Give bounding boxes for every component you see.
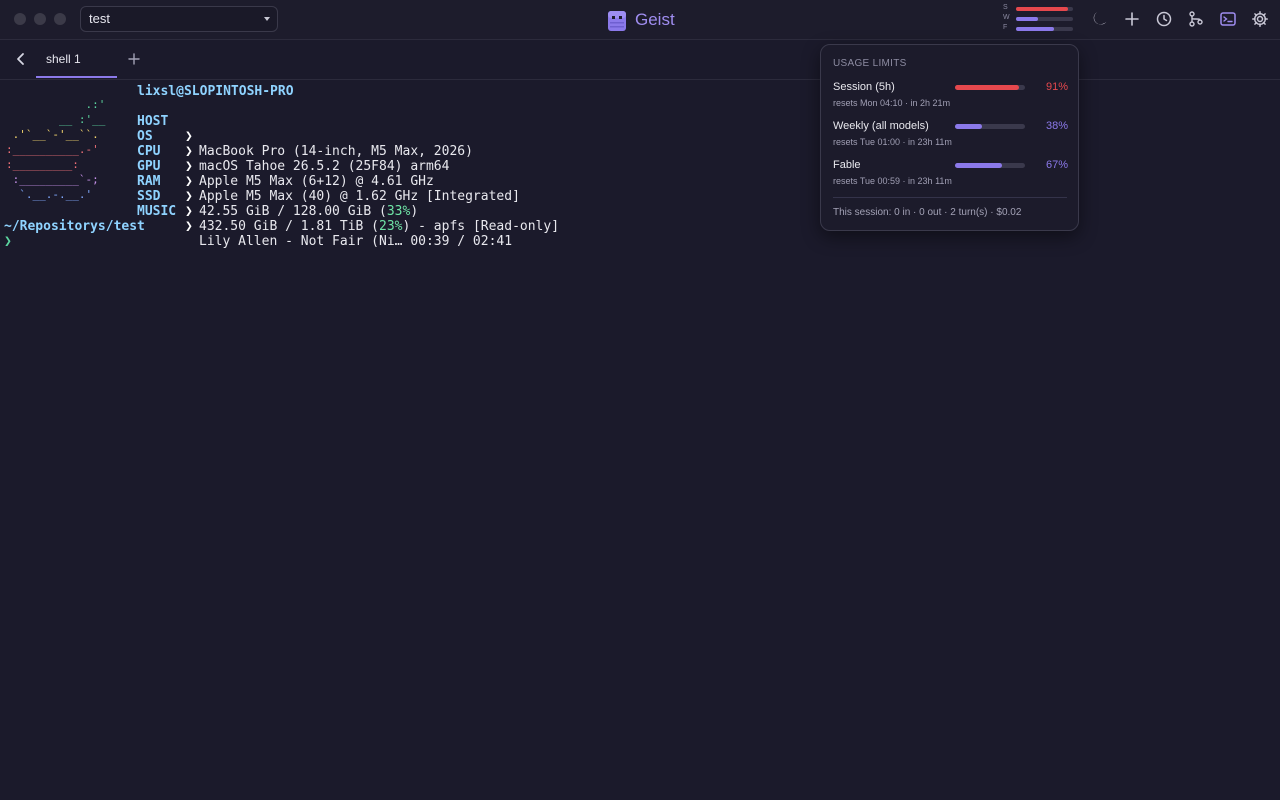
mini-meter-track [1016, 17, 1073, 21]
info-row-gpu: GPU ❯ Apple M5 Max (40) @ 1.62 GHz [Inte… [137, 159, 520, 204]
limit-weekly: Weekly (all models) 38% resets Tue 01:00… [833, 120, 1068, 154]
window-close-button[interactable] [14, 13, 26, 25]
tab-label: shell 1 [46, 52, 81, 66]
info-row-os: OS ❯ macOS Tahoe 26.5.2 (25F84) arm64 [137, 129, 450, 174]
mini-meter-label: F [1003, 24, 1008, 31]
clock-icon[interactable] [1155, 10, 1173, 28]
mini-meter-f: F [1003, 24, 1075, 33]
title-bar: test Geist SWF [0, 0, 1280, 40]
mini-meter-fill [1016, 27, 1055, 31]
git-branch-icon[interactable] [1187, 10, 1205, 28]
mini-meter-s: S [1003, 4, 1075, 13]
terminal-icon[interactable] [1219, 10, 1237, 28]
info-row-host: HOST ❯ MacBook Pro (14-inch, M5 Max, 202… [137, 114, 473, 159]
gear-icon[interactable] [1251, 10, 1269, 28]
limit-name: Session (5h) [833, 81, 895, 93]
apple-ascii-logo: .:' __ :'__ .'`__`-'__``.:__________.-':… [6, 98, 106, 201]
limit-reset-time: resets Mon 04:10 · in 2h 21m [833, 98, 951, 108]
limit-progress-fill [955, 85, 1019, 90]
limit-progress-fill [955, 163, 1002, 168]
caret-down-icon [264, 17, 270, 21]
mini-meter-fill [1016, 17, 1038, 21]
info-row-ssd: SSD ❯ 432.50 GiB / 1.81 TiB (23%) - apfs… [137, 189, 560, 234]
info-row-cpu: CPU ❯ Apple M5 Max (6+12) @ 4.61 GHz [137, 144, 434, 189]
workspace-select-value: test [89, 11, 110, 26]
mini-meter-track [1016, 7, 1073, 11]
new-tab-plus-icon[interactable] [127, 52, 141, 66]
limit-session: Session (5h) 91% resets Mon 04:10 · in 2… [833, 81, 1068, 115]
terminal-pane[interactable]: .:' __ :'__ .'`__`-'__``.:__________.-':… [4, 81, 1276, 796]
geist-ghost-icon [607, 8, 627, 37]
workspace-select[interactable]: test [80, 6, 278, 32]
window-minimize-button[interactable] [34, 13, 46, 25]
limit-percent: 67% [1045, 159, 1068, 171]
mini-meter-track [1016, 27, 1073, 31]
usage-mini-meter[interactable]: SWF [1003, 4, 1075, 33]
session-summary: This session: 0 in · 0 out · 2 turn(s) ·… [833, 207, 1022, 218]
usage-limits-popover: USAGE LIMITS Session (5h) 91% resets Mon… [820, 44, 1079, 231]
info-row-ram: RAM ❯ 42.55 GiB / 128.00 GiB (33%) [137, 174, 419, 219]
limit-progress-bar [955, 85, 1025, 90]
limit-reset-time: resets Tue 00:59 · in 23h 11m [833, 176, 952, 186]
limit-progress-bar [955, 124, 1025, 129]
limit-percent: 38% [1045, 120, 1068, 132]
limit-percent: 91% [1045, 81, 1068, 93]
limit-progress-bar [955, 163, 1025, 168]
tab-shell-1[interactable]: shell 1 [36, 40, 117, 78]
mini-meter-fill [1016, 7, 1068, 11]
moon-icon[interactable] [1091, 10, 1109, 28]
popover-title: USAGE LIMITS [833, 58, 907, 69]
mini-meter-label: S [1003, 4, 1008, 11]
chevron-left-icon[interactable] [13, 51, 29, 67]
current-directory: ~/Repositorys/test [4, 219, 145, 234]
mini-meter-label: W [1003, 14, 1010, 21]
limit-reset-time: resets Tue 01:00 · in 23h 11m [833, 137, 952, 147]
limit-name: Fable [833, 159, 861, 171]
app-name: Geist [635, 10, 675, 29]
shell-prompt[interactable]: ❯ [4, 234, 12, 249]
tab-bar: shell 1 [0, 40, 1280, 80]
user-host: lixsl@SLOPINTOSH-PRO [137, 84, 294, 99]
limit-fable: Fable 67% resets Tue 00:59 · in 23h 11m [833, 159, 1068, 193]
limit-progress-fill [955, 124, 982, 129]
plus-icon[interactable] [1123, 10, 1141, 28]
info-row-music: MUSIC ❯ Lily Allen - Not Fair (Ni… 00:39… [137, 204, 513, 249]
limit-name: Weekly (all models) [833, 120, 929, 132]
window-zoom-button[interactable] [54, 13, 66, 25]
divider [833, 197, 1067, 198]
mini-meter-w: W [1003, 14, 1075, 23]
